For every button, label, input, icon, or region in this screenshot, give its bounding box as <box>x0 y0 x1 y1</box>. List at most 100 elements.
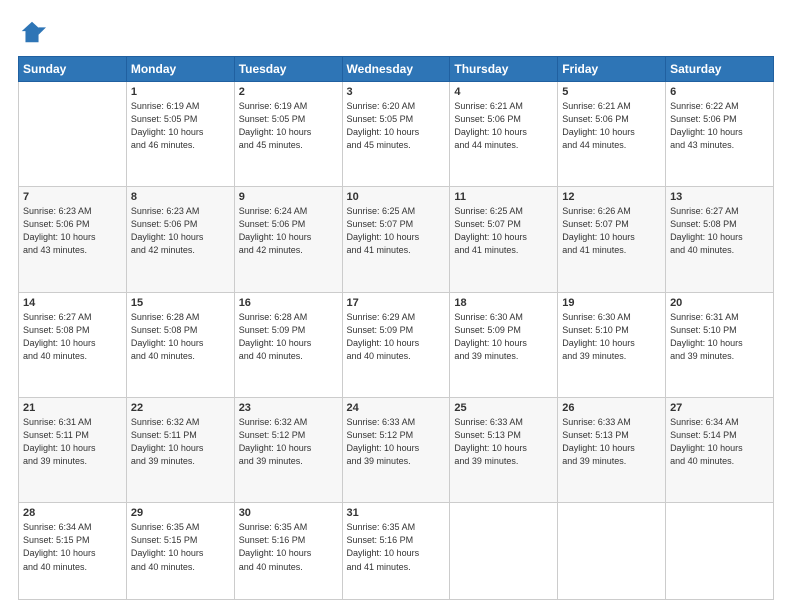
calendar-week-3: 14Sunrise: 6:27 AM Sunset: 5:08 PM Dayli… <box>19 292 774 397</box>
calendar-cell <box>450 503 558 600</box>
calendar-cell: 8 Sunrise: 6:23 AM Sunset: 5:06 PM Daylig… <box>126 187 234 292</box>
calendar-cell: 7 Sunrise: 6:23 AM Sunset: 5:06 PM Daylig… <box>19 187 127 292</box>
calendar-cell: 17 Sunrise: 6:29 AM Sunset: 5:09 PM Dayli… <box>342 292 450 397</box>
day-number: 19 <box>562 297 661 309</box>
calendar-cell <box>19 82 127 187</box>
day-info: Sunrise: 6:26 AM Sunset: 5:07 PM Dayligh… <box>562 205 661 257</box>
day-info: Sunrise: 6:23 AM Sunset: 5:06 PM Dayligh… <box>131 205 230 257</box>
calendar-cell: 25Sunrise: 6:33 AM Sunset: 5:13 PM Dayli… <box>450 398 558 503</box>
day-info: Sunrise: 6:21 AM Sunset: 5:06 PM Dayligh… <box>454 100 553 152</box>
logo-icon <box>18 18 46 46</box>
calendar-cell: 31 Sunrise: 6:35 AM Sunset: 5:16 PM Dayli… <box>342 503 450 600</box>
day-number: 3 <box>347 86 446 98</box>
calendar-cell: 30 Sunrise: 6:35 AM Sunset: 5:16 PM Dayli… <box>234 503 342 600</box>
day-number: 17 <box>347 297 446 309</box>
calendar-cell: 13 Sunrise: 6:27 AM Sunset: 5:08 PM Dayli… <box>666 187 774 292</box>
calendar-cell: 19 Sunrise: 6:30 AM Sunset: 5:10 PM Dayli… <box>558 292 666 397</box>
page: SundayMondayTuesdayWednesdayThursdayFrid… <box>0 0 792 612</box>
day-number: 8 <box>131 191 230 203</box>
day-info: Sunrise: 6:32 AM Sunset: 5:12 PM Dayligh… <box>239 416 338 468</box>
day-number: 14 <box>23 297 122 309</box>
day-info: Sunrise: 6:25 AM Sunset: 5:07 PM Dayligh… <box>454 205 553 257</box>
day-info: Sunrise: 6:21 AM Sunset: 5:06 PM Dayligh… <box>562 100 661 152</box>
calendar-header-tuesday: Tuesday <box>234 57 342 82</box>
calendar-cell: 27Sunrise: 6:34 AM Sunset: 5:14 PM Dayli… <box>666 398 774 503</box>
day-number: 20 <box>670 297 769 309</box>
calendar-cell: 11 Sunrise: 6:25 AM Sunset: 5:07 PM Dayli… <box>450 187 558 292</box>
day-info: Sunrise: 6:22 AM Sunset: 5:06 PM Dayligh… <box>670 100 769 152</box>
day-number: 7 <box>23 191 122 203</box>
calendar-cell: 3 Sunrise: 6:20 AM Sunset: 5:05 PM Daylig… <box>342 82 450 187</box>
calendar-week-4: 21 Sunrise: 6:31 AM Sunset: 5:11 PM Dayli… <box>19 398 774 503</box>
calendar-cell: 6 Sunrise: 6:22 AM Sunset: 5:06 PM Daylig… <box>666 82 774 187</box>
day-number: 18 <box>454 297 553 309</box>
day-info: Sunrise: 6:34 AM Sunset: 5:15 PM Dayligh… <box>23 521 122 573</box>
day-number: 24 <box>347 402 446 414</box>
day-number: 6 <box>670 86 769 98</box>
day-info: Sunrise: 6:33 AM Sunset: 5:13 PM Dayligh… <box>562 416 661 468</box>
calendar-header-thursday: Thursday <box>450 57 558 82</box>
calendar-cell: 21 Sunrise: 6:31 AM Sunset: 5:11 PM Dayli… <box>19 398 127 503</box>
day-info: Sunrise: 6:28 AM Sunset: 5:09 PM Dayligh… <box>239 311 338 363</box>
calendar-cell: 18Sunrise: 6:30 AM Sunset: 5:09 PM Dayli… <box>450 292 558 397</box>
day-info: Sunrise: 6:31 AM Sunset: 5:11 PM Dayligh… <box>23 416 122 468</box>
day-info: Sunrise: 6:24 AM Sunset: 5:06 PM Dayligh… <box>239 205 338 257</box>
day-number: 26 <box>562 402 661 414</box>
calendar-header-friday: Friday <box>558 57 666 82</box>
day-number: 22 <box>131 402 230 414</box>
day-number: 31 <box>347 507 446 519</box>
calendar-cell <box>558 503 666 600</box>
day-info: Sunrise: 6:31 AM Sunset: 5:10 PM Dayligh… <box>670 311 769 363</box>
day-info: Sunrise: 6:30 AM Sunset: 5:10 PM Dayligh… <box>562 311 661 363</box>
day-info: Sunrise: 6:27 AM Sunset: 5:08 PM Dayligh… <box>670 205 769 257</box>
calendar-cell: 16 Sunrise: 6:28 AM Sunset: 5:09 PM Dayli… <box>234 292 342 397</box>
day-info: Sunrise: 6:33 AM Sunset: 5:13 PM Dayligh… <box>454 416 553 468</box>
day-info: Sunrise: 6:19 AM Sunset: 5:05 PM Dayligh… <box>239 100 338 152</box>
day-info: Sunrise: 6:33 AM Sunset: 5:12 PM Dayligh… <box>347 416 446 468</box>
day-number: 9 <box>239 191 338 203</box>
calendar-cell: 26 Sunrise: 6:33 AM Sunset: 5:13 PM Dayli… <box>558 398 666 503</box>
calendar-cell: 24 Sunrise: 6:33 AM Sunset: 5:12 PM Dayli… <box>342 398 450 503</box>
day-number: 27 <box>670 402 769 414</box>
day-number: 10 <box>347 191 446 203</box>
day-number: 21 <box>23 402 122 414</box>
day-info: Sunrise: 6:20 AM Sunset: 5:05 PM Dayligh… <box>347 100 446 152</box>
calendar-cell: 23 Sunrise: 6:32 AM Sunset: 5:12 PM Dayli… <box>234 398 342 503</box>
day-number: 13 <box>670 191 769 203</box>
calendar-cell: 22 Sunrise: 6:32 AM Sunset: 5:11 PM Dayli… <box>126 398 234 503</box>
day-info: Sunrise: 6:28 AM Sunset: 5:08 PM Dayligh… <box>131 311 230 363</box>
day-number: 30 <box>239 507 338 519</box>
day-number: 16 <box>239 297 338 309</box>
day-number: 23 <box>239 402 338 414</box>
day-number: 5 <box>562 86 661 98</box>
day-info: Sunrise: 6:35 AM Sunset: 5:16 PM Dayligh… <box>347 521 446 573</box>
calendar-cell: 14Sunrise: 6:27 AM Sunset: 5:08 PM Dayli… <box>19 292 127 397</box>
calendar-week-5: 28 Sunrise: 6:34 AM Sunset: 5:15 PM Dayli… <box>19 503 774 600</box>
day-number: 12 <box>562 191 661 203</box>
calendar-cell: 9 Sunrise: 6:24 AM Sunset: 5:06 PM Daylig… <box>234 187 342 292</box>
day-number: 11 <box>454 191 553 203</box>
calendar-week-2: 7 Sunrise: 6:23 AM Sunset: 5:06 PM Daylig… <box>19 187 774 292</box>
calendar-cell: 12 Sunrise: 6:26 AM Sunset: 5:07 PM Dayli… <box>558 187 666 292</box>
day-info: Sunrise: 6:32 AM Sunset: 5:11 PM Dayligh… <box>131 416 230 468</box>
day-info: Sunrise: 6:25 AM Sunset: 5:07 PM Dayligh… <box>347 205 446 257</box>
calendar-cell: 28 Sunrise: 6:34 AM Sunset: 5:15 PM Dayli… <box>19 503 127 600</box>
day-info: Sunrise: 6:23 AM Sunset: 5:06 PM Dayligh… <box>23 205 122 257</box>
day-number: 4 <box>454 86 553 98</box>
calendar-header-wednesday: Wednesday <box>342 57 450 82</box>
calendar-cell: 10 Sunrise: 6:25 AM Sunset: 5:07 PM Dayli… <box>342 187 450 292</box>
day-info: Sunrise: 6:29 AM Sunset: 5:09 PM Dayligh… <box>347 311 446 363</box>
day-info: Sunrise: 6:35 AM Sunset: 5:16 PM Dayligh… <box>239 521 338 573</box>
day-number: 28 <box>23 507 122 519</box>
calendar-cell: 4 Sunrise: 6:21 AM Sunset: 5:06 PM Daylig… <box>450 82 558 187</box>
calendar-cell: 20 Sunrise: 6:31 AM Sunset: 5:10 PM Dayli… <box>666 292 774 397</box>
calendar-cell: 5 Sunrise: 6:21 AM Sunset: 5:06 PM Daylig… <box>558 82 666 187</box>
day-number: 15 <box>131 297 230 309</box>
day-number: 2 <box>239 86 338 98</box>
header <box>18 18 774 46</box>
calendar-cell: 2 Sunrise: 6:19 AM Sunset: 5:05 PM Daylig… <box>234 82 342 187</box>
calendar-header-monday: Monday <box>126 57 234 82</box>
day-number: 1 <box>131 86 230 98</box>
calendar-table: SundayMondayTuesdayWednesdayThursdayFrid… <box>18 56 774 600</box>
logo <box>18 18 50 46</box>
